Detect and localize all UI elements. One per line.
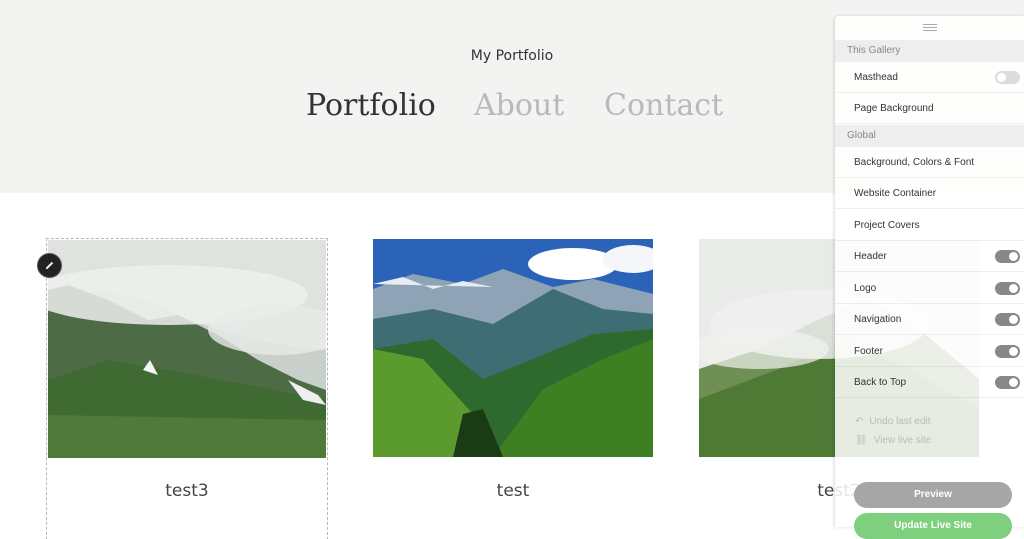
navigation-toggle[interactable] bbox=[995, 313, 1020, 326]
undo-label: Undo last edit bbox=[869, 416, 931, 427]
logo-toggle[interactable] bbox=[995, 282, 1020, 295]
update-live-site-button[interactable]: Update Live Site bbox=[854, 513, 1012, 539]
pencil-icon[interactable] bbox=[37, 253, 62, 278]
row-label: Header bbox=[854, 251, 887, 262]
drag-handle-icon[interactable] bbox=[835, 16, 1024, 38]
row-label: Website Container bbox=[854, 188, 937, 199]
row-label: Page Background bbox=[854, 103, 934, 114]
section-this-gallery: This Gallery bbox=[835, 40, 1024, 62]
view-live-label: View live site bbox=[873, 435, 932, 446]
row-label: Background, Colors & Font bbox=[854, 157, 975, 168]
panel-row-footer[interactable]: Footer bbox=[835, 336, 1024, 367]
row-label: Back to Top bbox=[854, 377, 907, 388]
view-live-link[interactable]: ⛓ View live site bbox=[855, 435, 931, 446]
back-to-top-toggle[interactable] bbox=[995, 376, 1020, 389]
panel-row-background-colors-font[interactable]: Background, Colors & Font bbox=[835, 147, 1024, 178]
project-cover-image bbox=[48, 240, 326, 458]
project-card-test3[interactable]: test3 bbox=[46, 238, 328, 539]
panel-row-page-background[interactable]: Page Background bbox=[835, 93, 1024, 124]
project-title[interactable]: test bbox=[373, 481, 653, 501]
panel-row-project-covers[interactable]: Project Covers bbox=[835, 210, 1024, 241]
panel-row-navigation[interactable]: Navigation bbox=[835, 304, 1024, 335]
row-label: Navigation bbox=[854, 314, 902, 325]
undo-icon: ↶ bbox=[855, 416, 864, 427]
row-label: Project Covers bbox=[854, 220, 920, 231]
row-label: Logo bbox=[854, 283, 877, 294]
panel-row-masthead[interactable]: Masthead bbox=[835, 62, 1024, 93]
panel-row-website-container[interactable]: Website Container bbox=[835, 178, 1024, 209]
panel-row-back-to-top[interactable]: Back to Top bbox=[835, 367, 1024, 398]
design-panel: This Gallery Masthead Page Background Gl… bbox=[835, 16, 1024, 539]
link-icon: ⛓ bbox=[855, 435, 868, 446]
row-label: Masthead bbox=[854, 72, 898, 83]
project-card-test[interactable]: test bbox=[373, 239, 653, 539]
project-cover-image bbox=[373, 239, 653, 457]
row-label: Footer bbox=[854, 346, 883, 357]
nav-contact[interactable]: Contact bbox=[604, 88, 723, 123]
masthead-toggle[interactable] bbox=[995, 71, 1020, 84]
preview-button[interactable]: Preview bbox=[854, 482, 1012, 508]
panel-row-header[interactable]: Header bbox=[835, 241, 1024, 272]
section-global: Global bbox=[835, 125, 1024, 147]
undo-link[interactable]: ↶ Undo last edit bbox=[855, 416, 931, 427]
nav-portfolio[interactable]: Portfolio bbox=[306, 88, 436, 123]
footer-toggle[interactable] bbox=[995, 345, 1020, 358]
header-toggle[interactable] bbox=[995, 250, 1020, 263]
project-title[interactable]: test3 bbox=[47, 481, 327, 501]
nav-about[interactable]: About bbox=[474, 88, 564, 123]
panel-row-logo[interactable]: Logo bbox=[835, 273, 1024, 304]
